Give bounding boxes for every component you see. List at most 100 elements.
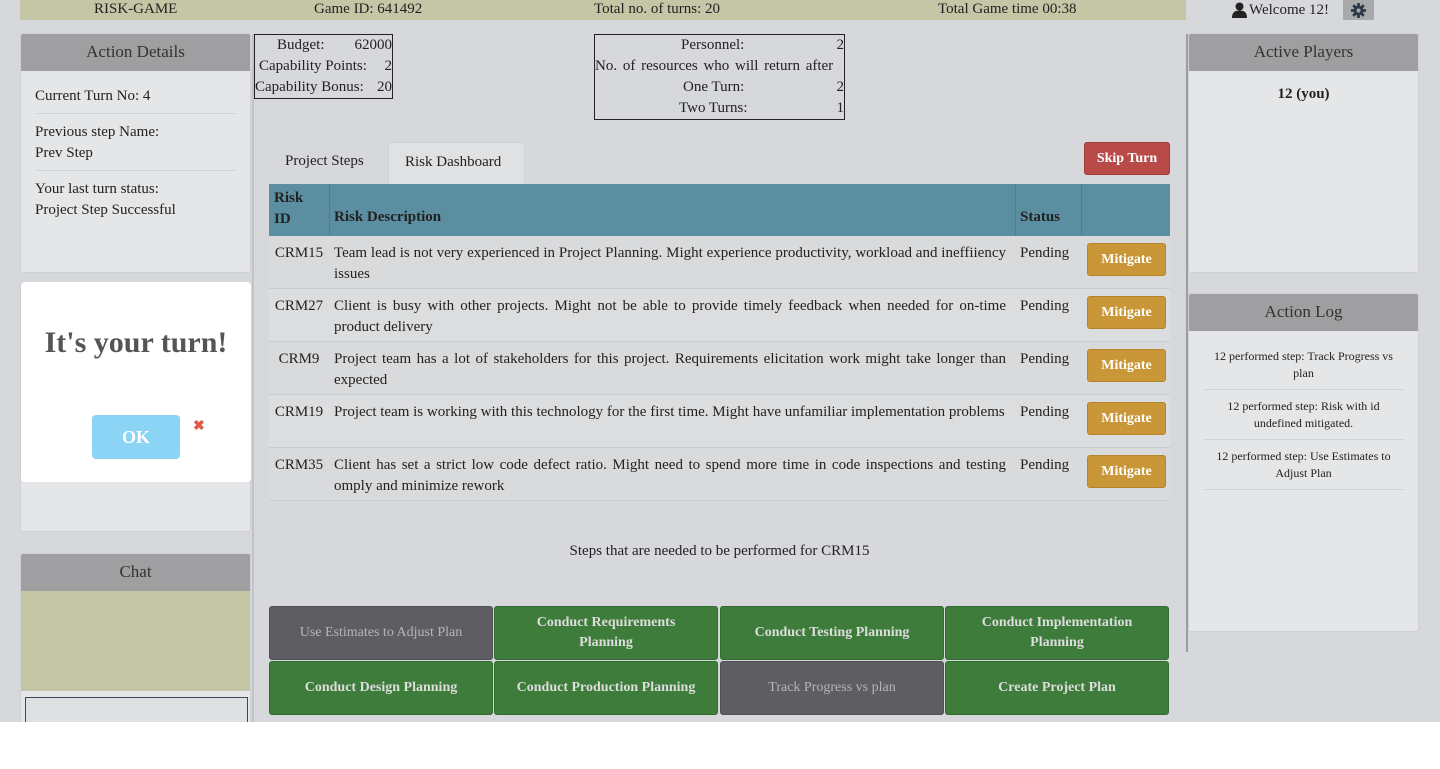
close-icon[interactable]: ✖ xyxy=(193,418,205,435)
top-bar: RISK-GAME Game ID: 641492 Total no. of t… xyxy=(20,0,1186,20)
last-turn-status-label: Your last turn status: xyxy=(35,181,159,197)
log-item: 12 performed step: Use Estimates to Adju… xyxy=(1203,440,1404,490)
steps-title: Steps that are needed to be performed fo… xyxy=(569,543,870,559)
step-track-progress-button[interactable]: Track Progress vs plan xyxy=(720,661,944,715)
table-row: CRM15 Team lead is not very experienced … xyxy=(269,236,1170,289)
gear-icon xyxy=(1351,2,1366,18)
budget-box: Budget: 62000 Capability Points: 2 Capab… xyxy=(254,34,393,99)
risk-description: Team lead is not very experienced in Pro… xyxy=(334,245,1006,282)
current-turn-text: Current Turn No: 4 xyxy=(35,88,151,104)
total-turns: Total no. of turns: 20 xyxy=(594,1,721,17)
risk-id-header-line2: ID xyxy=(274,211,291,227)
total-game-time: Total Game time 00:38 xyxy=(938,1,1077,17)
one-turn-value: 2 xyxy=(836,79,845,95)
active-players-panel: Active Players 12 (you) xyxy=(1188,33,1419,273)
chat-messages xyxy=(21,591,250,691)
risk-status: Pending xyxy=(1020,457,1070,473)
risk-status: Pending xyxy=(1020,245,1070,261)
tab-risk-dashboard[interactable]: Risk Dashboard xyxy=(388,142,525,184)
one-turn-label: One Turn: xyxy=(683,79,745,95)
table-row: CRM27 Client is busy with other projects… xyxy=(269,289,1170,342)
risk-description: Project team is working with this techno… xyxy=(334,404,1005,420)
capability-points-value: 2 xyxy=(384,58,393,74)
modal-title: It's your turn! xyxy=(44,326,228,359)
turn-modal: It's your turn! OK ✖ xyxy=(21,282,251,482)
chat-title: Chat xyxy=(21,554,250,591)
budget-row: Budget: 62000 xyxy=(255,35,392,56)
mitigate-button[interactable]: Mitigate xyxy=(1087,243,1166,276)
left-divider xyxy=(252,34,254,722)
table-row: CRM9 Project team has a lot of stakehold… xyxy=(269,342,1170,395)
previous-step-label: Previous step Name: xyxy=(35,124,160,140)
budget-value: 62000 xyxy=(354,37,393,53)
risk-table-body: CRM15 Team lead is not very experienced … xyxy=(269,236,1170,501)
personnel-box: Personnel: 2 No. of resources who will r… xyxy=(594,34,845,120)
chat-panel: Chat xyxy=(20,553,251,722)
budget-label: Budget: xyxy=(277,37,325,53)
previous-step: Previous step Name: Prev Step xyxy=(35,114,236,171)
game-app: RISK-GAME Game ID: 641492 Total no. of t… xyxy=(0,0,1440,722)
ok-button[interactable]: OK xyxy=(92,415,180,459)
resources-return-label: No. of resources who will return after xyxy=(595,58,834,74)
risk-status: Pending xyxy=(1020,298,1070,314)
step-production-planning-button[interactable]: Conduct Production Planning xyxy=(494,661,718,715)
risk-id: CRM15 xyxy=(274,245,324,261)
tab-project-steps[interactable]: Project Steps xyxy=(269,142,380,184)
header-divider xyxy=(1015,184,1016,236)
log-item: 12 performed step: Risk with id undefine… xyxy=(1203,390,1404,440)
last-turn-status: Your last turn status: Project Step Succ… xyxy=(35,171,236,227)
action-log-panel: Action Log 12 performed step: Track Prog… xyxy=(1188,293,1419,632)
welcome-text: Welcome 12! xyxy=(1249,2,1330,18)
risk-id: CRM35 xyxy=(274,457,324,473)
settings-button[interactable] xyxy=(1343,0,1374,20)
log-item: 12 performed step: Track Progress vs pla… xyxy=(1203,340,1404,390)
step-requirements-planning-button[interactable]: Conduct Requirements Planning xyxy=(494,606,718,660)
risk-id: CRM19 xyxy=(274,404,324,420)
risk-description: Client has set a strict low code defect … xyxy=(334,457,1006,494)
game-id: Game ID: 641492 xyxy=(314,1,423,17)
skip-turn-button[interactable]: Skip Turn xyxy=(1084,142,1170,175)
status-header: Status xyxy=(1020,209,1061,225)
app-name: RISK-GAME xyxy=(94,1,178,17)
current-turn: Current Turn No: 4 xyxy=(35,78,236,114)
mitigate-button[interactable]: Mitigate xyxy=(1087,402,1166,435)
risk-table: Risk ID Risk Description Status CRM15 Te… xyxy=(269,184,1170,501)
header-divider xyxy=(329,184,330,236)
action-details-panel: Action Details Current Turn No: 4 Previo… xyxy=(20,33,251,273)
step-design-planning-button[interactable]: Conduct Design Planning xyxy=(269,661,493,715)
capability-bonus-label: Capability Bonus: xyxy=(255,79,364,95)
mitigate-button[interactable]: Mitigate xyxy=(1087,296,1166,329)
previous-step-value: Prev Step xyxy=(35,145,93,161)
risk-id-header: Risk ID xyxy=(269,184,329,230)
step-testing-planning-button[interactable]: Conduct Testing Planning xyxy=(720,606,944,660)
personnel-label: Personnel: xyxy=(681,37,745,53)
risk-description: Project team has a lot of stakeholders f… xyxy=(334,351,1006,388)
risk-description-header: Risk Description xyxy=(334,209,442,225)
mitigate-button[interactable]: Mitigate xyxy=(1087,455,1166,488)
risk-id: CRM9 xyxy=(278,351,320,367)
risk-description: Client is busy with other projects. Migh… xyxy=(334,298,1006,335)
personnel-value: 2 xyxy=(836,37,845,53)
two-turns-value: 1 xyxy=(836,100,845,116)
action-details-title: Action Details xyxy=(21,34,250,71)
mitigate-button[interactable]: Mitigate xyxy=(1087,349,1166,382)
step-implementation-planning-button[interactable]: Conduct Implementation Planning xyxy=(945,606,1169,660)
user-icon xyxy=(1232,2,1247,18)
step-create-project-plan-button[interactable]: Create Project Plan xyxy=(945,661,1169,715)
header-divider xyxy=(1081,184,1082,236)
risk-status: Pending xyxy=(1020,404,1070,420)
capability-points-label: Capability Points: xyxy=(259,58,367,74)
risk-id: CRM27 xyxy=(274,298,324,314)
table-row: CRM19 Project team is working with this … xyxy=(269,395,1170,448)
capability-bonus-value: 20 xyxy=(377,79,392,95)
step-use-estimates-button[interactable]: Use Estimates to Adjust Plan xyxy=(269,606,493,660)
chat-input[interactable] xyxy=(25,697,248,722)
two-turns-label: Two Turns: xyxy=(679,100,748,116)
table-row: CRM35 Client has set a strict low code d… xyxy=(269,448,1170,501)
risk-id-header-line1: Risk xyxy=(274,190,304,206)
capability-bonus-row: Capability Bonus: 20 xyxy=(255,77,392,98)
capability-points-row: Capability Points: 2 xyxy=(255,56,392,77)
risk-status: Pending xyxy=(1020,351,1070,367)
last-turn-status-value: Project Step Successful xyxy=(35,202,176,218)
active-players-title: Active Players xyxy=(1189,34,1418,71)
